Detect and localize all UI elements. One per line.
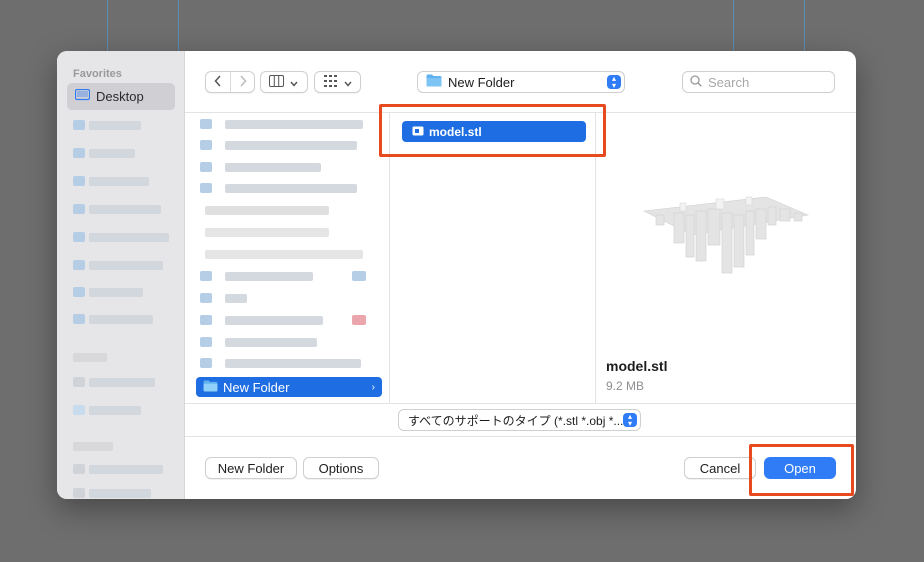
cancel-button[interactable]: Cancel xyxy=(684,457,756,479)
background-line xyxy=(804,0,805,52)
folder-icon xyxy=(203,379,218,395)
group-button[interactable] xyxy=(314,71,361,93)
forward-button[interactable] xyxy=(230,72,254,92)
file-type-bar: すべてのサポートのタイプ (*.stl *.obj *.... ▴ ▾ xyxy=(185,403,856,437)
list-item-label: New Folder xyxy=(223,379,290,395)
desktop-icon xyxy=(74,88,91,104)
list-item-new-folder[interactable]: New Folder › xyxy=(196,377,382,397)
highlight-box-open xyxy=(749,444,854,496)
column-view-icon xyxy=(269,74,284,90)
new-folder-button[interactable]: New Folder xyxy=(205,457,297,479)
chevron-right-icon xyxy=(239,74,247,90)
search-placeholder: Search xyxy=(708,74,750,90)
location-popup[interactable]: New Folder ▴ ▾ xyxy=(417,71,625,93)
highlight-box-file xyxy=(379,104,606,157)
sidebar: Favorites Desktop xyxy=(57,51,185,499)
sidebar-heading-favorites: Favorites xyxy=(73,68,122,80)
file-type-popup[interactable]: すべてのサポートのタイプ (*.stl *.obj *.... ▴ ▾ xyxy=(398,409,641,431)
file-type-label: すべてのサポートのタイプ (*.stl *.obj *.... xyxy=(408,413,627,428)
preview-file-name: model.stl xyxy=(606,358,668,374)
background-line xyxy=(733,0,734,52)
folder-icon xyxy=(426,74,442,90)
stepper-icon: ▴ ▾ xyxy=(623,413,637,428)
chevron-left-icon xyxy=(214,74,222,90)
browser-column-1: New Folder › xyxy=(185,113,390,403)
search-icon xyxy=(690,74,702,90)
background-line xyxy=(178,0,179,52)
back-button[interactable] xyxy=(206,72,230,92)
model-thumbnail xyxy=(642,196,810,274)
options-button[interactable]: Options xyxy=(303,457,379,479)
preview-file-size: 9.2 MB xyxy=(606,379,645,393)
stepper-icon: ▴ ▾ xyxy=(607,75,621,90)
background-line xyxy=(107,0,108,52)
navigation-buttons xyxy=(205,71,255,93)
sidebar-item-desktop[interactable]: Desktop xyxy=(67,83,175,110)
sidebar-item-label: Desktop xyxy=(96,89,144,104)
view-mode-button[interactable] xyxy=(260,71,308,93)
chevron-down-icon xyxy=(290,75,298,90)
chevron-down-icon xyxy=(344,75,352,90)
chevron-right-icon: › xyxy=(371,381,375,393)
grid-group-icon xyxy=(324,74,338,90)
preview-pane: model.stl 9.2 MB xyxy=(596,113,856,403)
search-input[interactable]: Search xyxy=(682,71,835,93)
location-label: New Folder xyxy=(448,74,515,90)
